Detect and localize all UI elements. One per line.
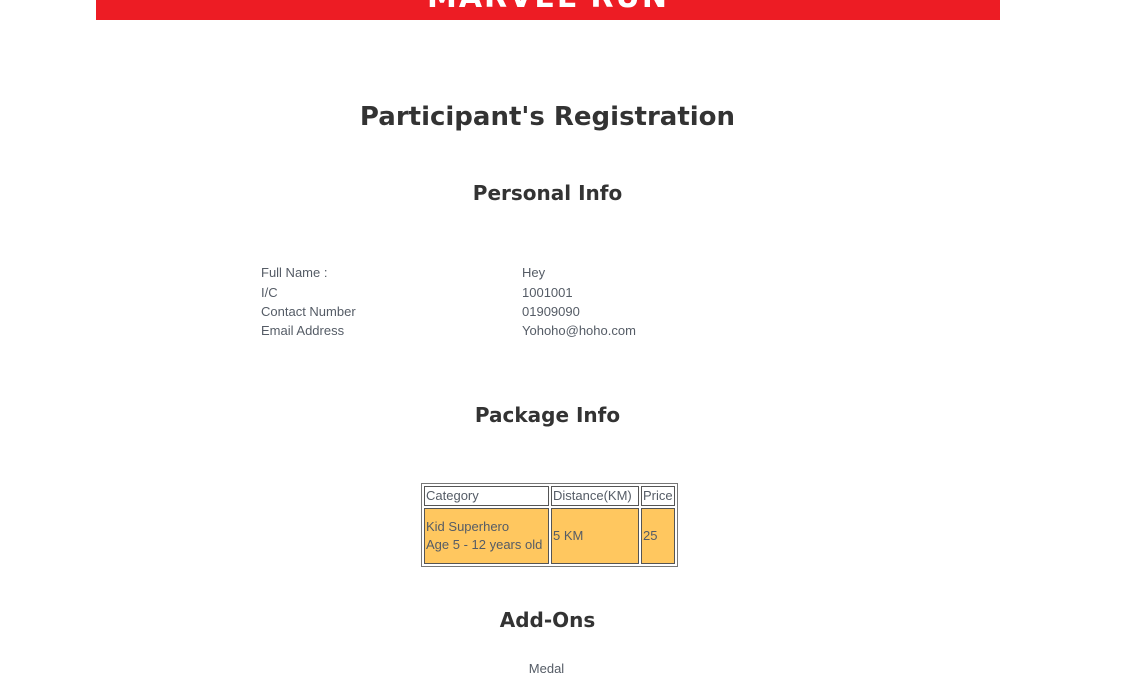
- info-label: I/C: [261, 285, 278, 300]
- category-name: Kid Superhero: [426, 519, 510, 534]
- header-banner: MARVEL RUN: [96, 0, 1000, 20]
- info-value: Yohoho@hoho.com: [522, 323, 636, 338]
- package-table: Category Distance(KM) Price Kid Superher…: [421, 483, 678, 567]
- package-info-heading: Package Info: [474, 403, 621, 427]
- page-title: Participant's Registration: [359, 102, 736, 132]
- info-value: Hey: [522, 265, 546, 280]
- column-header-price: Price: [641, 486, 675, 506]
- info-label: Email Address: [261, 323, 345, 338]
- cell-category: Kid Superhero Age 5 - 12 years old: [424, 508, 549, 564]
- info-value: 1001001: [522, 285, 573, 300]
- info-value: 01909090: [522, 304, 580, 319]
- column-header-distance: Distance(KM): [551, 486, 639, 506]
- addon-item-medal: Medal: [528, 661, 565, 676]
- table-row: Kid Superhero Age 5 - 12 years old 5 KM …: [424, 508, 675, 564]
- table-header-row: Category Distance(KM) Price: [424, 486, 675, 506]
- info-label: Contact Number: [261, 304, 356, 319]
- cell-distance: 5 KM: [551, 508, 639, 564]
- event-logo: MARVEL RUN: [96, 0, 1000, 13]
- personal-info-heading: Personal Info: [472, 181, 623, 205]
- info-label: Full Name :: [261, 265, 328, 280]
- addons-heading: Add-Ons: [499, 608, 596, 632]
- cell-price: 25: [641, 508, 675, 564]
- category-age: Age 5 - 12 years old: [426, 537, 543, 552]
- column-header-category: Category: [424, 486, 549, 506]
